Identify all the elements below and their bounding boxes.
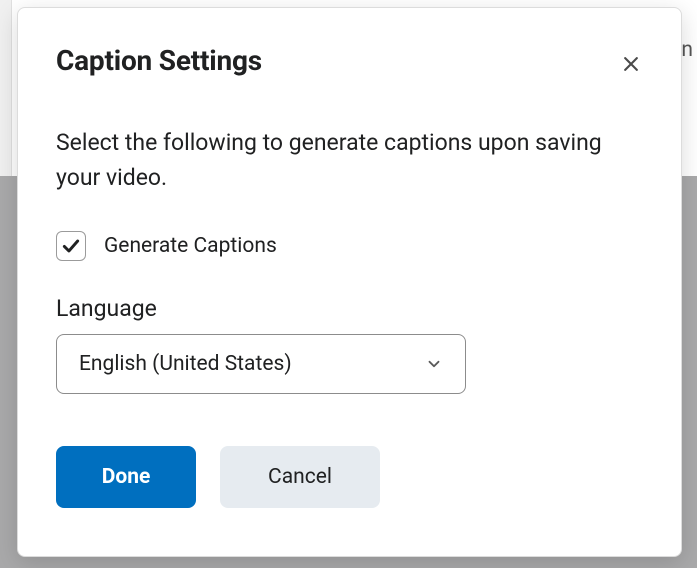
- dialog-title: Caption Settings: [56, 44, 262, 77]
- language-select[interactable]: English (United States): [56, 334, 466, 394]
- dialog-header: Caption Settings: [56, 44, 643, 82]
- chevron-down-icon: [425, 355, 443, 373]
- dialog-description: Select the following to generate caption…: [56, 126, 616, 195]
- close-icon: [621, 54, 641, 74]
- language-select-value: English (United States): [79, 352, 292, 376]
- generate-captions-checkbox[interactable]: [56, 231, 86, 261]
- cancel-button[interactable]: Cancel: [220, 446, 380, 508]
- language-label: Language: [56, 295, 643, 322]
- backdrop-char: n: [681, 38, 693, 62]
- close-button[interactable]: [613, 46, 649, 82]
- backdrop-top-edge: [0, 0, 12, 176]
- generate-captions-row: Generate Captions: [56, 231, 643, 261]
- generate-captions-label: Generate Captions: [104, 234, 277, 258]
- checkmark-icon: [61, 236, 81, 256]
- dialog-buttons: Done Cancel: [56, 446, 643, 508]
- caption-settings-dialog: Caption Settings Select the following to…: [17, 7, 682, 557]
- done-button[interactable]: Done: [56, 446, 196, 508]
